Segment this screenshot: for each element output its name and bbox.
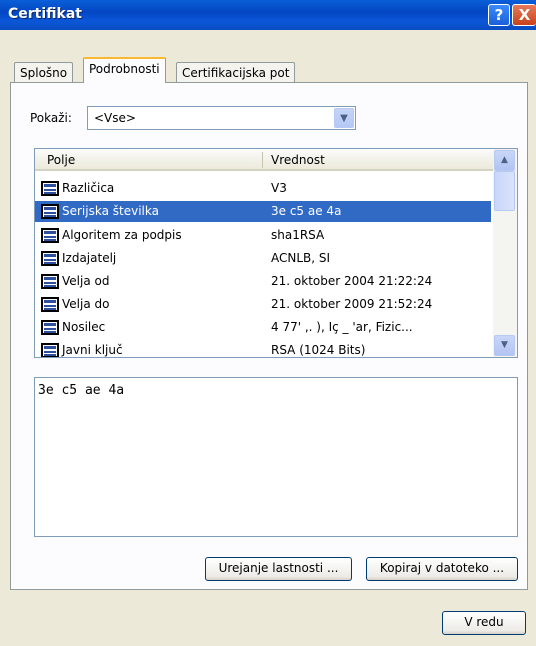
certificate-field-icon — [41, 204, 59, 219]
window-title: Certifikat — [8, 6, 82, 22]
field-value: sha1RSA — [271, 228, 325, 242]
field-name: Algoritem za podpis — [62, 228, 182, 242]
show-label: Pokaži: — [30, 111, 72, 125]
list-item[interactable]: Različica V3 — [35, 178, 491, 199]
show-dropdown[interactable]: <Vse> ▼ — [87, 106, 356, 130]
field-name: Velja od — [62, 274, 110, 288]
column-header-field[interactable]: Polje — [47, 153, 75, 167]
title-bar[interactable]: Certifikat ? X — [0, 0, 536, 30]
tab-general[interactable]: Splošno — [14, 62, 74, 84]
certificate-field-icon — [41, 343, 59, 357]
help-button[interactable]: ? — [488, 4, 510, 26]
field-name: Izdajatelj — [62, 251, 117, 265]
field-list[interactable]: Polje Vrednost Različica V3 Serijska šte… — [34, 148, 518, 358]
certificate-field-icon — [41, 297, 59, 312]
ok-button[interactable]: V redu — [442, 611, 526, 635]
close-icon: X — [518, 6, 531, 24]
scroll-up-icon[interactable]: ▲ — [494, 150, 515, 171]
help-icon: ? — [494, 6, 504, 24]
list-header: Polje Vrednost — [35, 149, 493, 171]
tab-details[interactable]: Podrobnosti — [83, 57, 166, 83]
list-item[interactable]: Izdajatelj ACNLB, SI — [35, 248, 491, 269]
field-value: 3e c5 ae 4a — [271, 204, 342, 218]
field-name: Velja do — [62, 297, 110, 311]
list-item[interactable]: Javni ključ RSA (1024 Bits) — [35, 340, 491, 357]
tab-certification-path[interactable]: Certifikacijska pot — [176, 62, 296, 84]
certificate-field-icon — [41, 251, 59, 266]
field-name: Serijska številka — [62, 204, 159, 218]
field-value: 21. oktober 2009 21:52:24 — [271, 297, 433, 311]
field-name: Različica — [62, 181, 115, 195]
field-value: 4 77' ,. ), Iç _ 'ar, Fizic... — [271, 320, 413, 334]
column-divider[interactable] — [262, 152, 263, 168]
certificate-field-icon — [41, 228, 59, 243]
value-detail-textarea[interactable]: 3e c5 ae 4a — [34, 377, 518, 537]
field-value: ACNLB, SI — [271, 251, 331, 265]
show-dropdown-value: <Vse> — [94, 111, 136, 125]
edit-properties-button[interactable]: Urejanje lastnosti ... — [205, 557, 352, 581]
chevron-down-icon[interactable]: ▼ — [334, 108, 354, 128]
list-scrollbar[interactable]: ▲ ▼ — [493, 149, 517, 357]
list-item[interactable]: Velja do 21. oktober 2009 21:52:24 — [35, 294, 491, 315]
scroll-thumb[interactable] — [494, 171, 515, 211]
list-item-selected[interactable]: Serijska številka 3e c5 ae 4a — [35, 201, 491, 222]
close-button[interactable]: X — [512, 4, 536, 26]
field-value: V3 — [271, 181, 287, 195]
list-item[interactable]: Velja od 21. oktober 2004 21:22:24 — [35, 271, 491, 292]
scroll-down-icon[interactable]: ▼ — [494, 335, 515, 356]
field-value: 21. oktober 2004 21:22:24 — [271, 274, 433, 288]
column-header-value[interactable]: Vrednost — [271, 153, 325, 167]
certificate-field-icon — [41, 274, 59, 289]
copy-to-file-button[interactable]: Kopiraj v datoteko ... — [366, 557, 518, 581]
list-item[interactable]: Algoritem za podpis sha1RSA — [35, 225, 491, 246]
field-value: RSA (1024 Bits) — [271, 343, 366, 357]
certificate-field-icon — [41, 320, 59, 335]
list-item[interactable]: Nosilec 4 77' ,. ), Iç _ 'ar, Fizic... — [35, 317, 491, 338]
field-name: Javni ključ — [62, 343, 123, 357]
field-name: Nosilec — [62, 320, 106, 334]
certificate-field-icon — [41, 181, 59, 196]
